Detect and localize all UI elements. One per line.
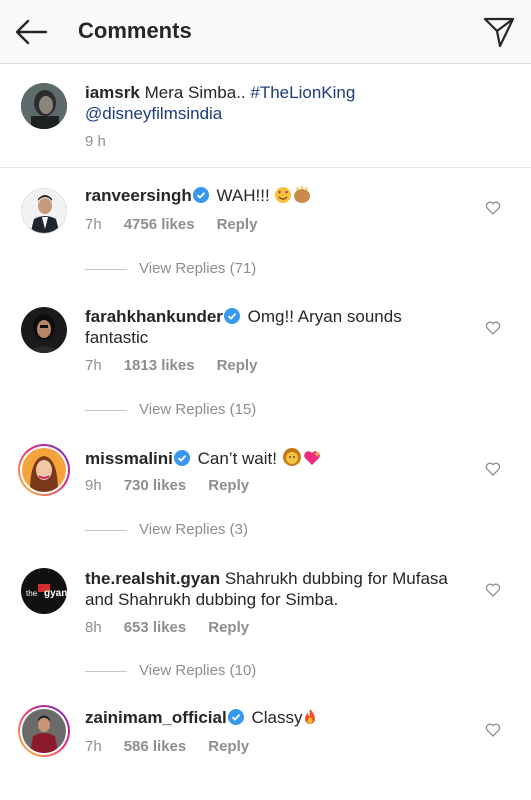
reply-button[interactable]: Reply [208, 619, 249, 636]
page-title: Comments [78, 18, 192, 43]
like-heart-icon[interactable] [485, 722, 501, 738]
comment-meta: 7h 586 likes Reply [85, 738, 271, 755]
comment-body-line2: fantastic [85, 328, 149, 347]
view-replies-button[interactable]: View Replies (71) [85, 260, 256, 277]
divider-line [85, 409, 127, 411]
verified-badge-icon [223, 308, 240, 324]
divider-line [85, 268, 127, 270]
verified-badge-icon [173, 450, 190, 466]
like-heart-icon[interactable] [485, 200, 501, 216]
comment-body: Omg!! Aryan sounds [247, 307, 402, 326]
likes-count[interactable]: 4756 likes [124, 216, 195, 233]
post-caption: iamsrk Mera Simba.. #TheLionKing @disney… [0, 64, 531, 168]
comment-body: Classy [251, 708, 303, 727]
comment-time: 7h [85, 738, 102, 755]
view-replies-label: View Replies (10) [139, 662, 257, 679]
view-replies-button[interactable]: View Replies (15) [85, 401, 256, 418]
comment-username[interactable]: the.realshit.gyan [85, 569, 220, 588]
caption-meta: 9 h [85, 133, 128, 150]
comment-meta: 9h 730 likes Reply [85, 477, 271, 494]
comment-time: 7h [85, 357, 102, 374]
comment-username[interactable]: farahkhankunder [85, 307, 223, 326]
avatar[interactable] [18, 444, 70, 496]
likes-count[interactable]: 586 likes [124, 738, 187, 755]
reply-button[interactable]: Reply [208, 738, 249, 755]
like-heart-icon[interactable] [485, 320, 501, 336]
comment-time: 9h [85, 477, 102, 494]
avatar[interactable]: the gyan [21, 568, 67, 614]
avatar-ring-inner [20, 446, 68, 494]
avatar-missmalini-image [22, 448, 66, 492]
verified-badge-icon [192, 187, 209, 203]
likes-count[interactable]: 1813 likes [124, 357, 195, 374]
view-replies-button[interactable]: View Replies (10) [85, 662, 256, 679]
avatar-pic [22, 709, 66, 753]
avatar-iamsrk-image [21, 83, 67, 129]
view-replies-label: View Replies (71) [139, 260, 257, 277]
comment-text: farahkhankunder Omg!! Aryan sounds fanta… [85, 306, 465, 348]
avatar-ring-inner [20, 707, 68, 755]
share-button[interactable] [481, 14, 517, 50]
caption-text: iamsrk Mera Simba.. #TheLionKing @disney… [85, 82, 465, 124]
send-icon [483, 17, 515, 48]
back-arrow-icon [15, 19, 48, 45]
reply-button[interactable]: Reply [208, 477, 249, 494]
avatar-realshitgyan-logo: the gyan [21, 568, 67, 614]
avatar-ranveersingh-image [22, 189, 66, 233]
mention-link[interactable]: @disneyfilmsindia [85, 104, 222, 123]
avatar-pic [22, 448, 66, 492]
comment-username[interactable]: missmalini [85, 449, 173, 468]
comment-meta: 7h 4756 likes Reply [85, 216, 279, 233]
comment-text: ranveersingh WAH!!! [85, 185, 465, 206]
likes-count[interactable]: 730 likes [124, 477, 187, 494]
clapping-hands-emoji-icon [294, 186, 311, 203]
comment-meta: 7h 1813 likes Reply [85, 357, 279, 374]
divider-line [85, 670, 127, 672]
comment-meta: 8h 653 likes Reply [85, 619, 271, 636]
avatar-logo-text-right: gyan [44, 588, 67, 599]
comment-time: 7h [85, 216, 102, 233]
reply-button[interactable]: Reply [217, 216, 258, 233]
like-heart-icon[interactable] [485, 582, 501, 598]
comment-username[interactable]: zainimam_official [85, 708, 227, 727]
reply-button[interactable]: Reply [217, 357, 258, 374]
hashtag-link[interactable]: #TheLionKing [250, 83, 355, 102]
comment-body: Shahrukh dubbing for Mufasa [224, 569, 448, 588]
verified-badge-icon [227, 709, 244, 725]
avatar[interactable] [21, 307, 67, 353]
heart-eyes-emoji-icon [275, 187, 292, 203]
comment-text: the.realshit.gyan Shahrukh dubbing for M… [85, 568, 465, 610]
avatar-logo-text-left: the [26, 589, 38, 598]
avatar[interactable] [18, 705, 70, 757]
sparkling-heart-emoji-icon [303, 451, 320, 465]
like-heart-icon[interactable] [485, 461, 501, 477]
comment-username[interactable]: ranveersingh [85, 186, 192, 205]
view-replies-button[interactable]: View Replies (3) [85, 521, 248, 538]
avatar[interactable] [21, 83, 67, 129]
comment-body-line2: and Shahrukh dubbing for Simba. [85, 590, 339, 609]
lion-emoji-icon [282, 448, 301, 466]
header-bar: Comments [0, 0, 531, 64]
caption-time: 9 h [85, 133, 106, 150]
caption-body: Mera Simba.. [144, 83, 246, 102]
divider-line [85, 529, 127, 531]
comment-body: Can’t wait! [197, 449, 277, 468]
avatar[interactable] [21, 188, 67, 234]
view-replies-label: View Replies (15) [139, 401, 257, 418]
avatar-farahkhankunder-image [21, 307, 67, 353]
back-button[interactable] [12, 14, 52, 50]
comment-text: missmalini Can’t wait! [85, 447, 465, 469]
caption-username[interactable]: iamsrk [85, 83, 140, 102]
comment-body: WAH!!! [216, 186, 270, 205]
avatar-zainimam-image [22, 709, 66, 753]
view-replies-label: View Replies (3) [139, 521, 248, 538]
comment-text: zainimam_official Classy [85, 707, 465, 728]
likes-count[interactable]: 653 likes [124, 619, 187, 636]
comment-time: 8h [85, 619, 102, 636]
fire-emoji-icon [305, 709, 316, 724]
